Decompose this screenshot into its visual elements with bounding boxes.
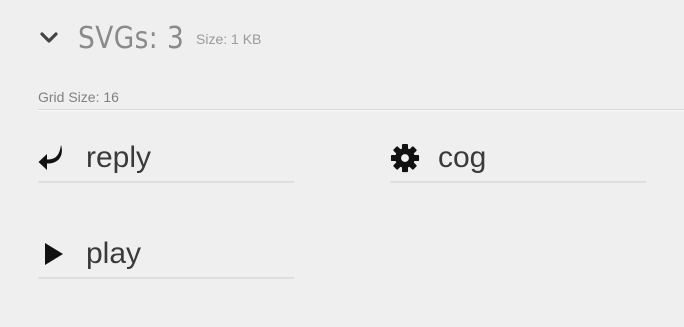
icon-item-play[interactable]: play (38, 233, 294, 279)
chevron-down-icon[interactable] (38, 27, 60, 49)
icon-label: reply (86, 141, 152, 174)
icon-label: play (86, 237, 142, 270)
svg-panel: SVGs: 3 Size: 1 KB Grid Size: 16 reply c… (0, 0, 684, 327)
divider (38, 109, 684, 111)
icon-label: cog (438, 141, 487, 174)
icon-item-cog[interactable]: cog (390, 137, 646, 183)
reply-icon (38, 143, 68, 173)
panel-header: SVGs: 3 Size: 1 KB (38, 18, 261, 58)
svg-count-title: SVGs: 3 (78, 20, 185, 56)
cog-icon (390, 143, 420, 173)
grid-size-label: Grid Size: 16 (38, 89, 119, 105)
play-icon (38, 239, 68, 269)
total-size-label: Size: 1 KB (196, 31, 262, 47)
icon-item-reply[interactable]: reply (38, 137, 294, 183)
